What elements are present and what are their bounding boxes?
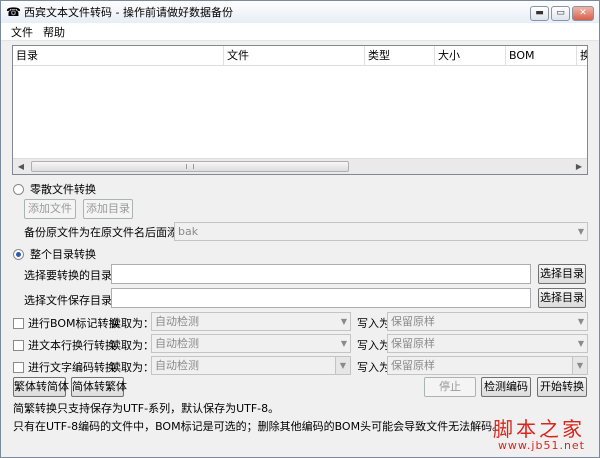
- traditional-to-simplified-button[interactable]: 繁体转简体: [13, 377, 69, 397]
- newline-read-value: 自动检测: [155, 337, 199, 350]
- chevron-down-icon: ▼: [340, 317, 347, 326]
- encoding-read-label: 读取为：: [110, 361, 154, 374]
- bom-read-value: 自动检测: [155, 315, 199, 328]
- bom-read-combo[interactable]: 自动检测 ▼: [151, 312, 351, 331]
- choose-source-directory-button[interactable]: 选择目录: [538, 264, 586, 284]
- backup-suffix-combo[interactable]: bak ▼: [174, 222, 588, 241]
- chevron-down-icon: ▼: [335, 357, 350, 374]
- grip-icon: [186, 164, 194, 169]
- encoding-write-value: 保留原样: [391, 359, 435, 372]
- close-button[interactable]: ✕: [572, 6, 594, 21]
- encoding-write-label: 写入为: [357, 361, 390, 374]
- column-type[interactable]: 类型: [365, 46, 435, 66]
- save-directory-input[interactable]: [111, 288, 531, 308]
- telephone-icon: ☎: [6, 5, 21, 19]
- watermark-url: www.jb51.net: [497, 439, 585, 452]
- newline-read-combo[interactable]: 自动检测 ▼: [151, 334, 351, 353]
- encoding-convert-label: 进行文字编码转换: [28, 361, 116, 374]
- checkbox-icon: [13, 361, 24, 373]
- watermark-logo: 脚本之家: [493, 417, 585, 441]
- source-directory-label: 选择要转换的目录：: [24, 269, 123, 282]
- newline-convert-checkbox[interactable]: 进文本行换行转换: [13, 337, 116, 353]
- chevron-down-icon: ▼: [340, 339, 347, 348]
- simplified-to-traditional-button[interactable]: 简体转繁体: [71, 377, 127, 397]
- save-directory-label: 选择文件保存目录：: [24, 294, 123, 307]
- window-title: 西宾文本文件转码 - 操作前请做好数据备份: [24, 6, 233, 19]
- file-list[interactable]: 目录 文件 类型 大小 BOM 换 ◀ ▶: [12, 45, 588, 175]
- detect-encoding-button[interactable]: 检测编码: [481, 377, 531, 397]
- stop-button[interactable]: 停止: [424, 377, 476, 397]
- note-bom: 只有在UTF-8编码的文件中，BOM标记是可选的；删除其他编码的BOM头可能会导…: [13, 420, 504, 433]
- chevron-down-icon: ▼: [577, 227, 584, 236]
- scrollbar-thumb[interactable]: [31, 161, 349, 172]
- chevron-down-icon: ▼: [577, 317, 584, 326]
- column-directory[interactable]: 目录: [13, 46, 224, 66]
- newline-write-value: 保留原样: [391, 337, 435, 350]
- maximize-button[interactable]: ▭: [551, 6, 570, 21]
- checkbox-icon: [13, 317, 24, 329]
- add-file-button[interactable]: 添加文件: [24, 199, 76, 219]
- bom-convert-checkbox[interactable]: 进行BOM标记转换: [13, 315, 120, 331]
- menu-file[interactable]: 文件: [1, 24, 39, 40]
- checkbox-icon: [13, 339, 24, 351]
- add-directory-button[interactable]: 添加目录: [83, 199, 133, 219]
- encoding-read-value: 自动检测: [155, 359, 199, 372]
- scroll-left-icon[interactable]: ◀: [13, 159, 29, 174]
- encoding-convert-checkbox[interactable]: 进行文字编码转换: [13, 359, 116, 375]
- column-file[interactable]: 文件: [224, 46, 365, 66]
- newline-read-label: 读取为：: [110, 339, 154, 352]
- radio-whole-directory[interactable]: 整个目录转换: [13, 246, 96, 262]
- start-convert-button[interactable]: 开始转换: [537, 377, 587, 397]
- bom-write-label: 写入为: [357, 317, 390, 330]
- newline-write-combo[interactable]: 保留原样 ▼: [387, 334, 588, 353]
- source-directory-input[interactable]: [111, 264, 531, 284]
- newline-convert-label: 进文本行换行转换: [28, 339, 116, 352]
- encoding-write-combo[interactable]: 保留原样 ▼: [387, 356, 588, 375]
- app-window: ☎ 西宾文本文件转码 - 操作前请做好数据备份 ▬ ▭ ✕ 文件 帮助 目录 文…: [0, 0, 600, 458]
- note-traditional-simplified: 简繁转换只支持保存为UTF-系列，默认保存为UTF-8。: [13, 402, 280, 415]
- chevron-down-icon: ▼: [572, 357, 587, 374]
- title-bar: ☎ 西宾文本文件转码 - 操作前请做好数据备份 ▬ ▭ ✕: [1, 1, 599, 23]
- choose-save-directory-button[interactable]: 选择目录: [538, 288, 586, 308]
- column-bom[interactable]: BOM: [506, 46, 577, 66]
- menu-help[interactable]: 帮助: [39, 24, 71, 40]
- newline-write-label: 写入为: [357, 339, 390, 352]
- list-header: 目录 文件 类型 大小 BOM 换: [13, 46, 587, 66]
- bom-convert-label: 进行BOM标记转换: [28, 317, 120, 330]
- radio-scattered-files[interactable]: 零散文件转换: [13, 181, 96, 197]
- horizontal-scrollbar[interactable]: ◀ ▶: [13, 158, 587, 174]
- radio-directory-label: 整个目录转换: [30, 248, 96, 261]
- menu-bar: 文件 帮助: [1, 23, 599, 41]
- backup-suffix-value: bak: [178, 225, 199, 238]
- radio-scattered-label: 零散文件转换: [30, 183, 96, 196]
- column-newline[interactable]: 换: [577, 46, 587, 66]
- radio-selected-icon: [13, 248, 24, 260]
- minimize-button[interactable]: ▬: [530, 6, 549, 21]
- bom-write-value: 保留原样: [391, 315, 435, 328]
- scroll-right-icon[interactable]: ▶: [571, 159, 587, 174]
- radio-circle-icon: [13, 183, 24, 195]
- bom-read-label: 读取为：: [110, 317, 154, 330]
- chevron-down-icon: ▼: [577, 339, 584, 348]
- encoding-read-combo[interactable]: 自动检测 ▼: [151, 356, 351, 375]
- column-size[interactable]: 大小: [435, 46, 506, 66]
- bom-write-combo[interactable]: 保留原样 ▼: [387, 312, 588, 331]
